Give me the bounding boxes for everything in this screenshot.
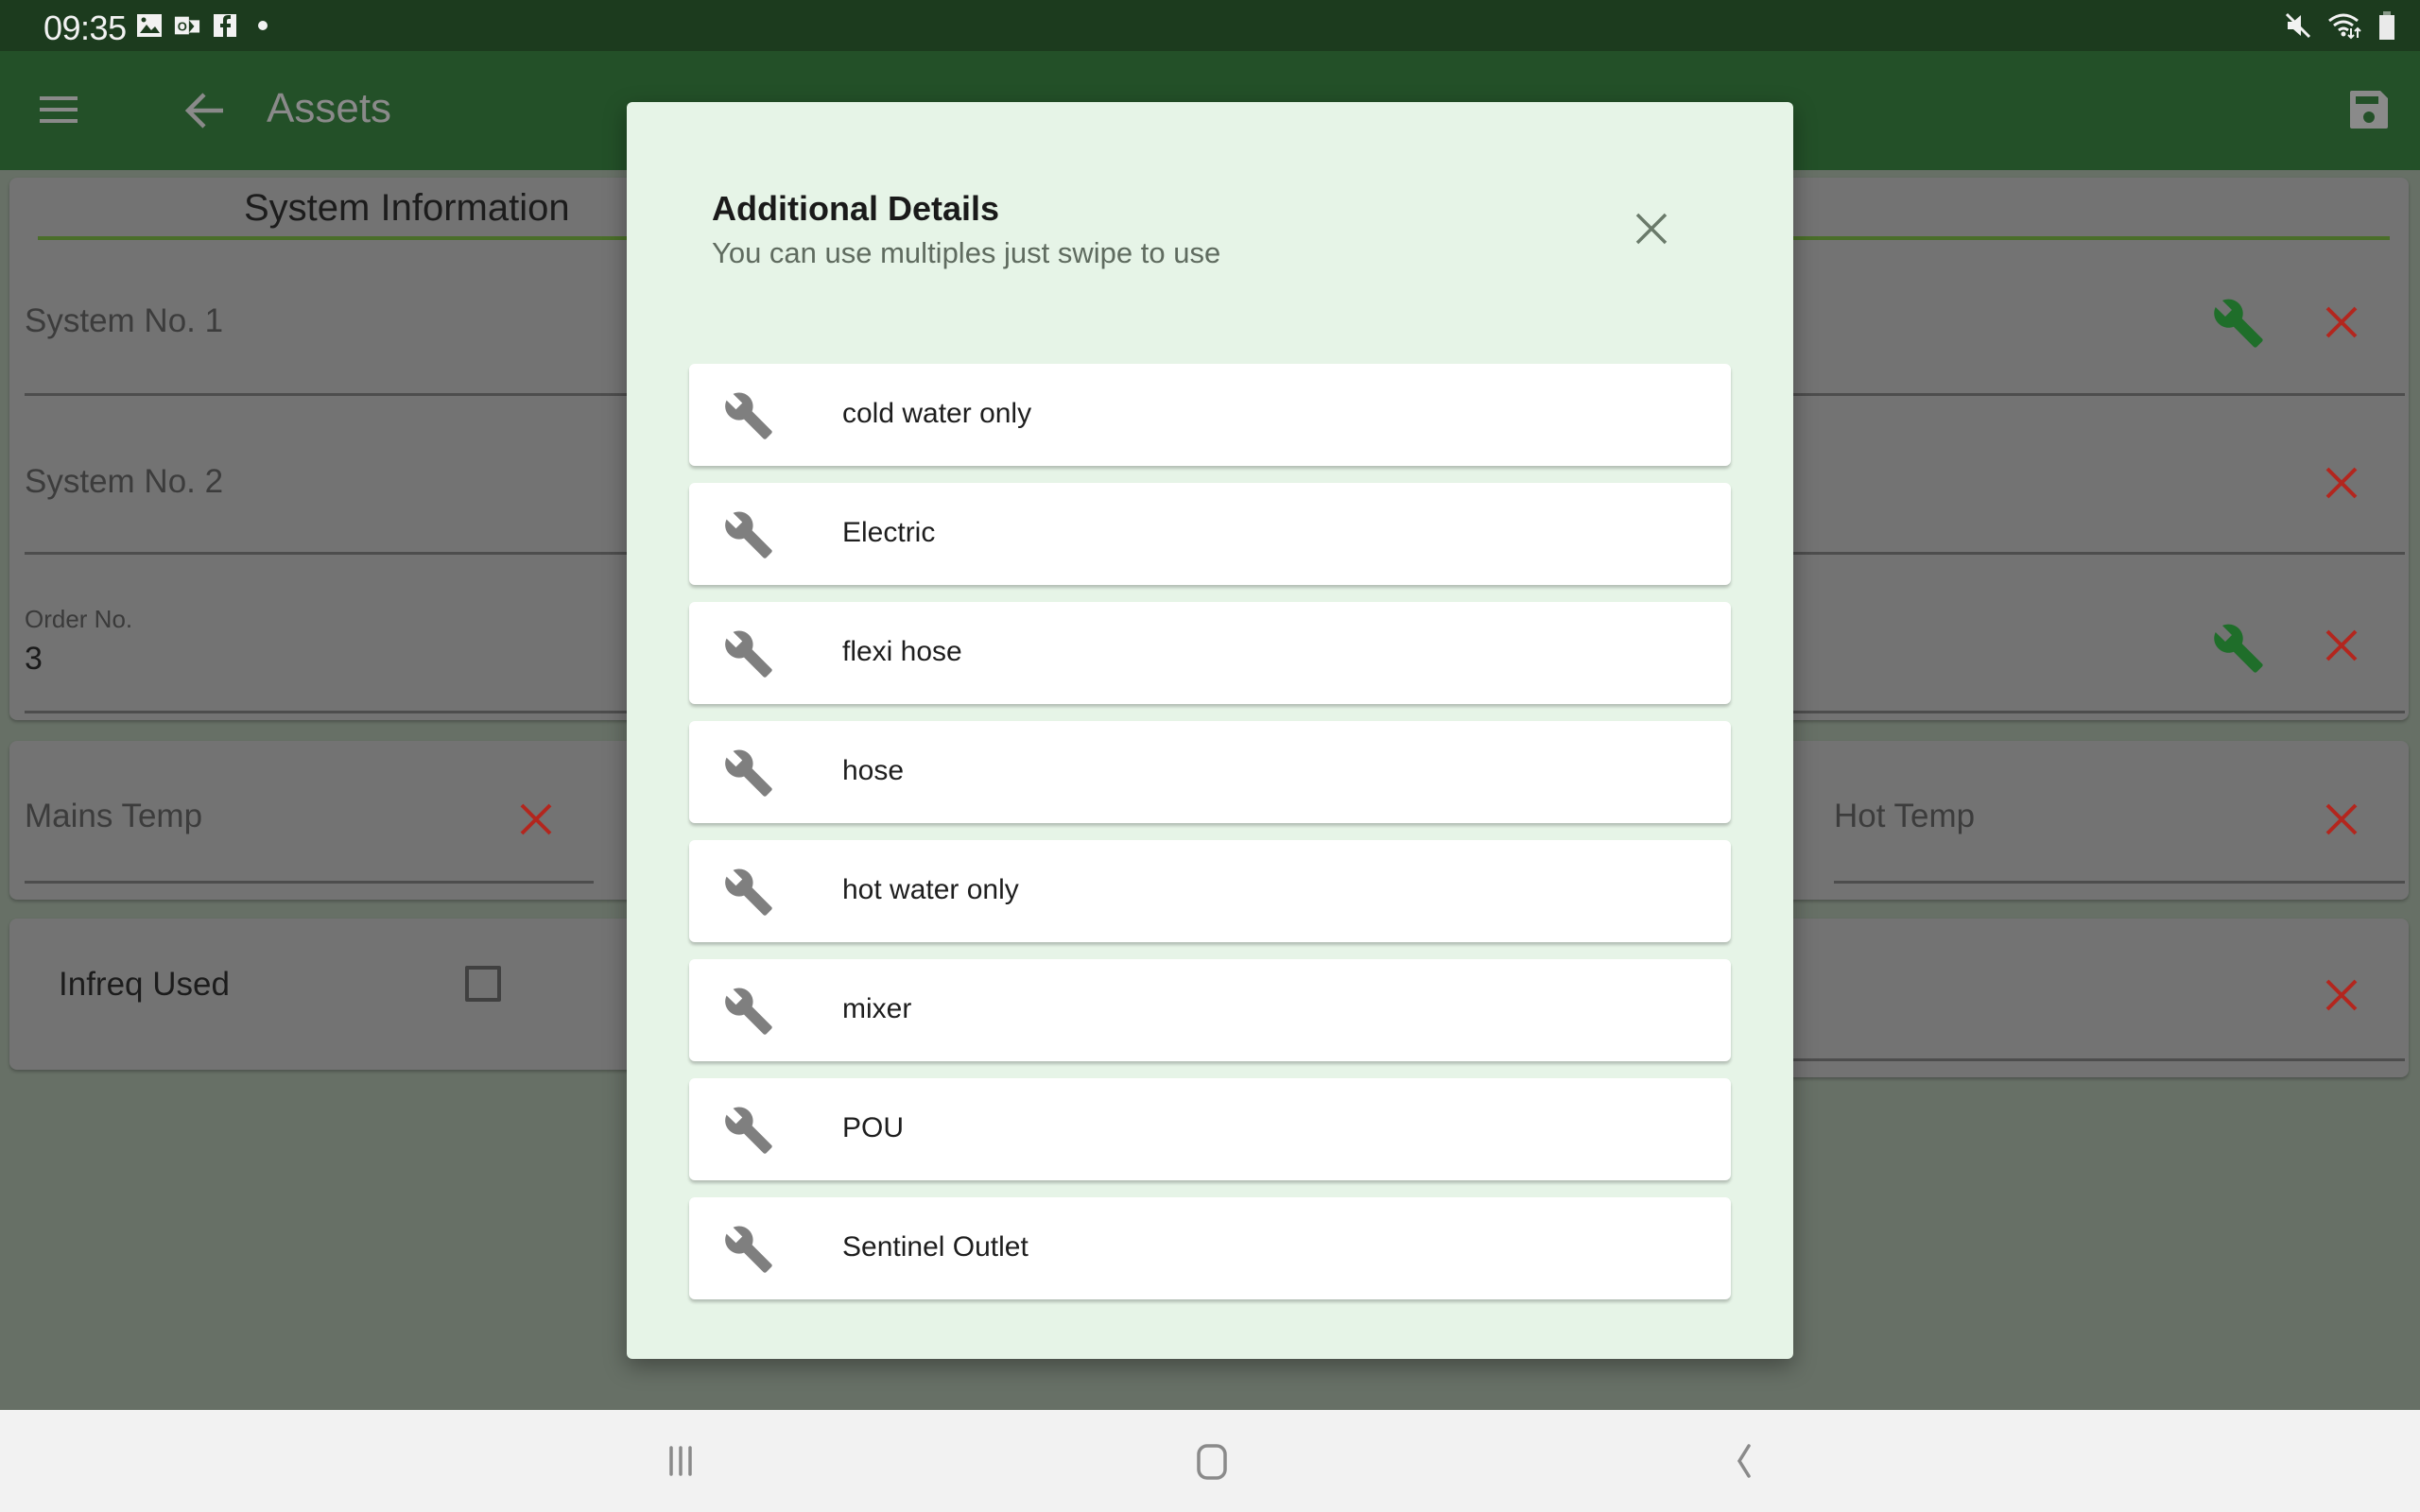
section-title: System Information [244,187,570,229]
clear-system-no-1-icon[interactable] [2324,304,2360,340]
home-icon[interactable] [1184,1436,1240,1486]
option-cold-water-only[interactable]: cold water only [689,364,1731,466]
option-mixer[interactable]: mixer [689,959,1731,1061]
infreq-used-checkbox[interactable] [465,966,501,1002]
back-chevron-icon[interactable] [1715,1436,1772,1486]
wrench-icon [725,749,772,797]
battery-icon [2379,11,2394,40]
status-time: 09:35 [43,9,127,47]
clear-system-no-2-icon[interactable] [2324,465,2360,501]
option-sentinel-outlet[interactable]: Sentinel Outlet [689,1197,1731,1299]
mute-icon [2285,12,2311,39]
wrench-icon [725,630,772,678]
option-flexi-hose[interactable]: flexi hose [689,602,1731,704]
option-hose[interactable]: hose [689,721,1731,823]
dialog-title: Additional Details [712,189,1000,228]
arrow-back-icon[interactable] [182,89,229,132]
option-label: mixer [842,993,912,1024]
mains-temp-field[interactable]: Mains Temp [25,798,202,835]
option-label: Electric [842,517,936,548]
hamburger-menu-icon[interactable] [38,93,79,127]
system-no-1-field[interactable]: System No. 1 [25,302,223,340]
wrench-icon [725,988,772,1035]
option-label: POU [842,1112,905,1143]
clear-hot-temp-icon[interactable] [2324,801,2360,837]
option-label: flexi hose [842,636,962,667]
outlook-icon: O [174,16,200,35]
close-icon[interactable] [1634,212,1668,246]
wrench-icon [725,511,772,558]
wrench-icon [725,1226,772,1273]
option-label: Sentinel Outlet [842,1231,1028,1263]
option-label: hose [842,755,905,786]
option-label: cold water only [842,398,1032,429]
option-label: hot water only [842,874,1019,905]
option-electric[interactable]: Electric [689,483,1731,585]
status-bar: 09:35 O [0,0,2420,51]
system-no-2-field[interactable]: System No. 2 [25,463,223,501]
wifi-icon [2328,13,2361,40]
floppy-save-icon[interactable] [2348,89,2390,130]
page-title: Assets [267,85,392,131]
clear-order-no-icon[interactable] [2324,627,2360,663]
clear-field-icon[interactable] [2324,977,2360,1013]
field-underline [1834,881,2405,884]
clear-mains-temp-icon[interactable] [518,801,554,837]
svg-text:O: O [178,20,187,34]
facebook-icon [214,14,236,37]
infreq-used-label: Infreq Used [59,966,230,1003]
gallery-icon [137,14,162,37]
additional-details-dialog: Additional Details You can use multiples… [627,102,1793,1359]
wrench-icon [725,868,772,916]
hot-temp-field[interactable]: Hot Temp [1834,798,1975,835]
wrench-icon [725,392,772,439]
wrench-icon[interactable] [2212,297,2265,350]
wrench-icon[interactable] [2212,622,2265,675]
field-underline [25,881,594,884]
system-nav-bar [0,1410,2420,1512]
option-hot-water-only[interactable]: hot water only [689,840,1731,942]
dialog-subtitle: You can use multiples just swipe to use [712,236,1221,269]
order-no-value[interactable]: 3 [25,641,43,678]
notification-dot-icon [258,21,268,30]
recent-apps-icon[interactable] [652,1436,709,1486]
order-no-label: Order No. [25,605,133,633]
option-pou[interactable]: POU [689,1078,1731,1180]
wrench-icon [725,1107,772,1154]
option-list: cold water only Electric flexi hose hose… [689,364,1731,1316]
